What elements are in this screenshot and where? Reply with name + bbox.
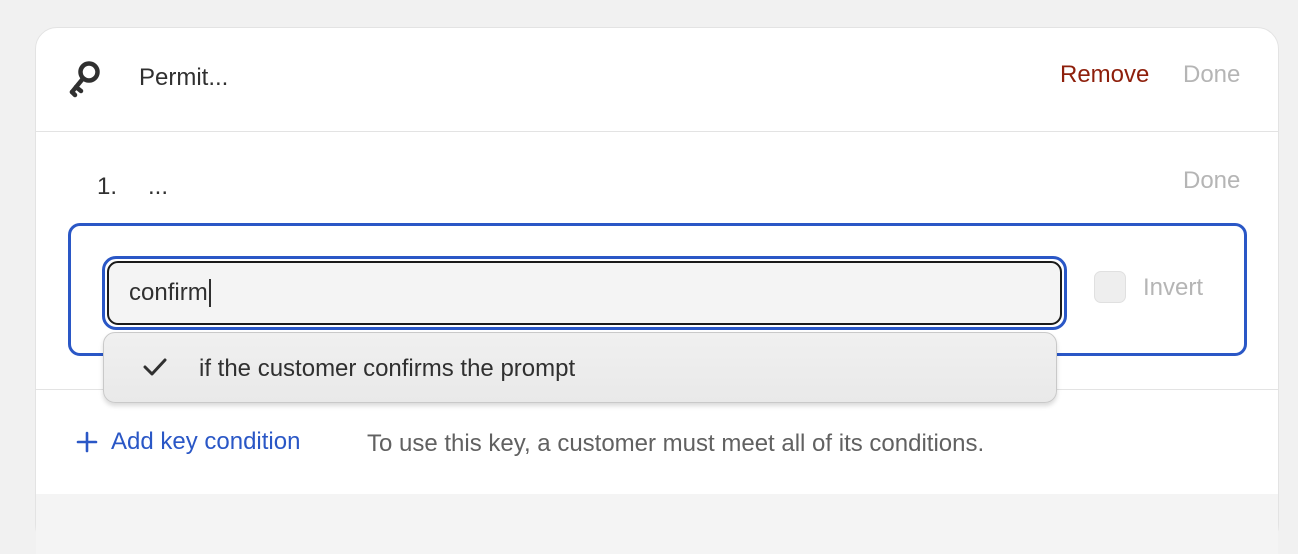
dropdown-option-label: if the customer confirms the prompt [199,355,576,382]
key-header: Permit... Remove Done [36,28,1278,132]
invert-checkbox[interactable] [1094,271,1126,303]
checkmark-icon [143,358,167,376]
key-card: Permit... Remove Done 1. ... Done confir… [35,27,1279,554]
text-caret [208,279,211,307]
conditions-hint: To use this key, a customer must meet al… [367,430,985,457]
remove-button[interactable]: Remove [1060,61,1149,89]
condition-number: 1. [97,173,118,200]
key-done-button[interactable]: Done [1183,61,1240,89]
condition-options-dropdown: if the customer confirms the prompt [103,332,1057,403]
card-footer-band [36,494,1278,554]
condition-search-focus-ring: confirm [102,256,1067,330]
condition-summary: ... [148,173,169,200]
add-key-condition-label: Add key condition [111,428,301,455]
add-key-condition-button[interactable]: Add key condition [76,428,300,456]
plus-icon [76,431,98,453]
condition-done-button[interactable]: Done [1183,167,1240,195]
invert-label: Invert [1143,274,1204,301]
key-icon [69,61,100,98]
condition-search-input[interactable]: confirm [107,261,1062,325]
key-name: Permit... [139,64,229,91]
dropdown-option[interactable]: if the customer confirms the prompt [104,333,1056,402]
condition-search-value: confirm [129,279,208,306]
